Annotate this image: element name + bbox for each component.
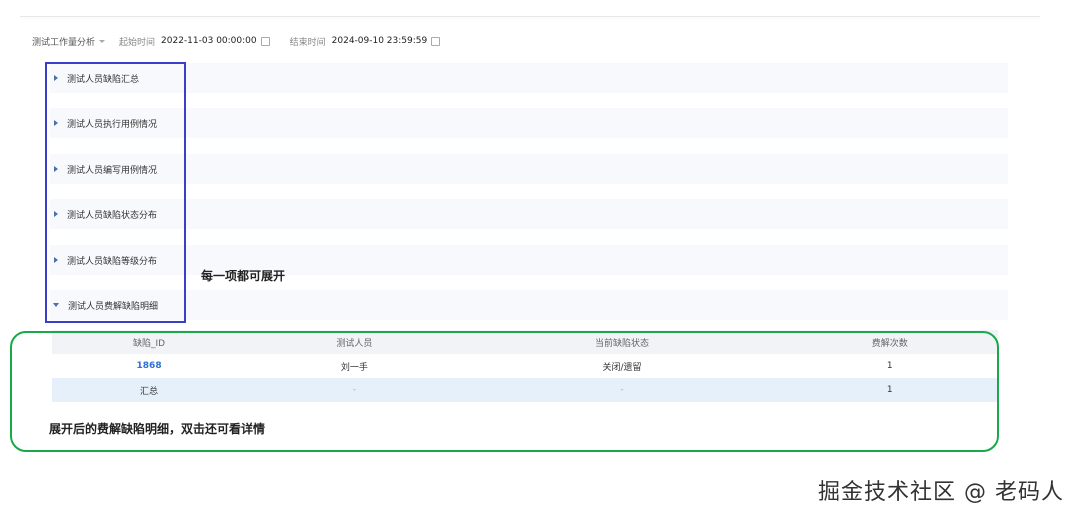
table-row[interactable]: 1868 刘一手 关闭/遗留 1 <box>52 354 998 378</box>
end-time-picker[interactable]: 2024-09-10 23:59:59 <box>332 36 441 46</box>
section-header-puzzling-defects[interactable]: 测试人员费解缺陷明细 <box>50 290 1008 320</box>
caret-right-icon <box>54 166 58 172</box>
tester-cell: 刘一手 <box>340 362 368 373</box>
section-label: 测试人员执行用例情况 <box>67 119 158 130</box>
column-header-tester[interactable]: 测试人员 <box>246 330 463 354</box>
report-select-label: 测试工作量分析 <box>32 37 96 48</box>
caret-right-icon <box>54 257 58 263</box>
caret-right-icon <box>54 75 58 81</box>
report-select[interactable]: 测试工作量分析 <box>32 35 119 48</box>
section-label: 测试人员费解缺陷明细 <box>68 301 159 312</box>
filter-bar: 测试工作量分析 起始时间 2022-11-03 00:00:00 结束时间 20… <box>32 34 441 48</box>
defect-id-link[interactable]: 1868 <box>52 354 246 378</box>
section-label: 测试人员缺陷等级分布 <box>67 256 158 267</box>
caret-right-icon <box>54 211 58 217</box>
caret-down-icon <box>53 303 59 307</box>
caret-right-icon <box>54 120 58 126</box>
annotation-expand-note: 每一项都可展开 <box>201 269 286 283</box>
status-cell: 关闭/遗留 <box>602 362 642 373</box>
calendar-icon <box>431 36 441 46</box>
section-label: 测试人员缺陷汇总 <box>67 74 140 85</box>
section-header-defect-status[interactable]: 测试人员缺陷状态分布 <box>50 199 1008 229</box>
top-divider <box>20 16 1040 17</box>
annotation-box-sections <box>45 62 186 323</box>
section-header-defect-summary[interactable]: 测试人员缺陷汇总 <box>50 63 1008 93</box>
section-header-defect-level[interactable]: 测试人员缺陷等级分布 <box>50 245 1008 275</box>
total-count-cell: 1 <box>781 378 998 402</box>
annotation-detail-note: 展开后的费解缺陷明细，双击还可看详情 <box>49 422 266 436</box>
end-time-value: 2024-09-10 23:59:59 <box>331 36 428 46</box>
section-label: 测试人员编写用例情况 <box>67 165 158 176</box>
start-time-picker[interactable]: 2022-11-03 00:00:00 <box>161 36 270 46</box>
start-time-value: 2022-11-03 00:00:00 <box>161 36 257 46</box>
count-cell: 1 <box>886 361 893 371</box>
end-time-label: 结束时间 <box>289 37 326 48</box>
section-header-executed-cases[interactable]: 测试人员执行用例情况 <box>50 108 1008 138</box>
start-time-label: 起始时间 <box>119 37 156 48</box>
section-header-written-cases[interactable]: 测试人员编写用例情况 <box>50 154 1008 184</box>
column-header-status[interactable]: 当前缺陷状态 <box>462 330 782 354</box>
table-header-row: 缺陷_ID 测试人员 当前缺陷状态 费解次数 <box>52 330 998 354</box>
section-label: 测试人员缺陷状态分布 <box>67 210 158 221</box>
total-status-cell: - <box>462 378 782 402</box>
chevron-down-icon <box>99 39 106 43</box>
column-header-count[interactable]: 费解次数 <box>781 330 998 354</box>
watermark: 掘金技术社区 @ 老码人 <box>818 480 1064 505</box>
table-total-row: 汇总 - - 1 <box>52 378 998 402</box>
total-label-cell: 汇总 <box>52 378 247 402</box>
puzzling-defects-table: 缺陷_ID 测试人员 当前缺陷状态 费解次数 1868 刘一手 关闭/遗留 1 … <box>52 330 998 402</box>
column-header-defect-id[interactable]: 缺陷_ID <box>52 330 247 354</box>
total-tester-cell: - <box>246 378 463 402</box>
calendar-icon <box>260 36 270 46</box>
